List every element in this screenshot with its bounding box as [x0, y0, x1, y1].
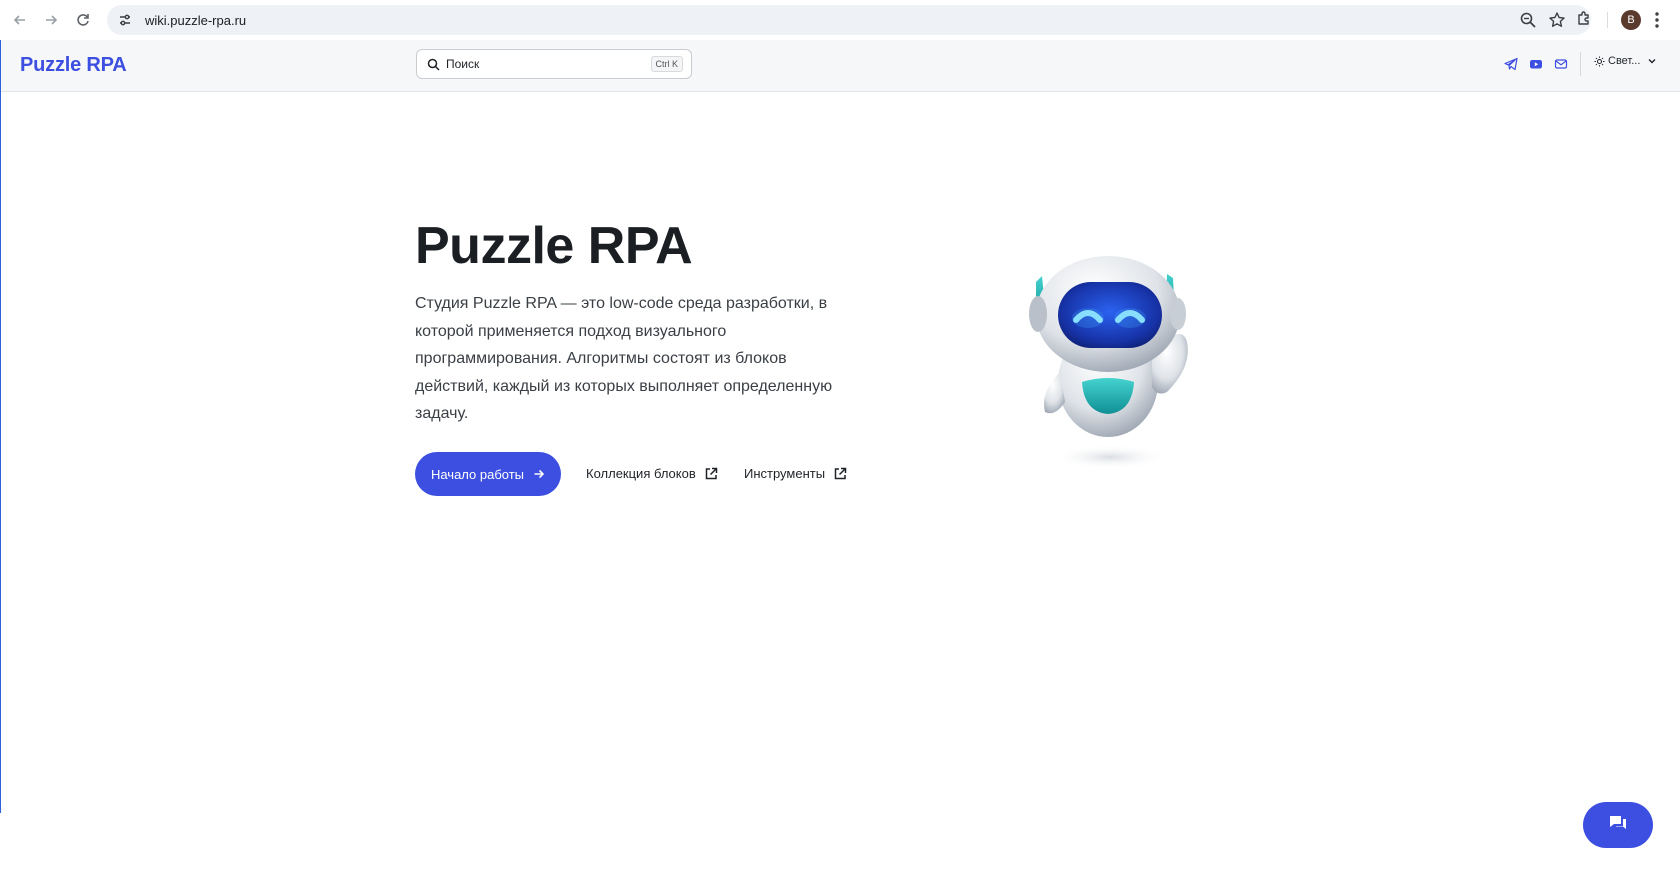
profile-avatar[interactable]: B: [1621, 10, 1641, 30]
blocks-collection-label: Коллекция блоков: [586, 466, 696, 481]
search-input[interactable]: Поиск Ctrl K: [416, 49, 692, 79]
hero-title: Puzzle RPA: [415, 217, 693, 275]
chevron-down-icon: [1647, 56, 1657, 66]
theme-switcher[interactable]: Свет...: [1594, 55, 1657, 67]
url-text[interactable]: wiki.puzzle-rpa.ru: [145, 13, 246, 28]
theme-label: Свет...: [1608, 55, 1641, 67]
search-icon: [427, 58, 440, 71]
zoom-icon[interactable]: [1519, 11, 1537, 34]
youtube-icon[interactable]: [1529, 57, 1543, 71]
robot-mascot-illustration: [1020, 252, 1210, 482]
bookmark-star-icon[interactable]: [1548, 11, 1566, 34]
forward-button[interactable]: [36, 5, 66, 35]
back-arrow-icon: [13, 15, 25, 25]
address-bar[interactable]: wiki.puzzle-rpa.ru: [107, 5, 1591, 35]
extensions-icon[interactable]: [1575, 10, 1593, 33]
brand-logo[interactable]: Puzzle RPA: [20, 54, 127, 77]
tools-label: Инструменты: [744, 466, 826, 481]
search-shortcut-badge: Ctrl K: [650, 56, 683, 72]
forward-arrow-icon: [46, 15, 58, 25]
sun-icon: [1594, 55, 1605, 67]
reload-icon: [77, 14, 89, 26]
chat-button[interactable]: [1583, 802, 1653, 848]
browser-menu-icon[interactable]: [1653, 10, 1661, 35]
blocks-collection-link[interactable]: Коллекция блоков: [586, 466, 718, 481]
toolbar-divider: [1607, 12, 1608, 28]
back-button[interactable]: [5, 5, 35, 35]
search-placeholder: Поиск: [446, 57, 480, 71]
tools-link[interactable]: Инструменты: [744, 466, 847, 481]
get-started-label: Начало работы: [430, 466, 525, 482]
site-navbar: Puzzle RPA Поиск Ctrl K Свет...: [1, 40, 1680, 92]
navbar-divider: [1580, 52, 1581, 76]
external-link-icon: [833, 467, 847, 481]
reload-button[interactable]: [68, 5, 98, 35]
window-edge: [0, 40, 1, 813]
arrow-right-icon: [533, 468, 545, 480]
browser-toolbar: wiki.puzzle-rpa.ru B: [0, 0, 1680, 40]
get-started-button[interactable]: Начало работы: [415, 452, 561, 496]
page-bottom: [0, 813, 1680, 873]
external-link-icon: [704, 467, 718, 481]
chat-icon: [1608, 814, 1628, 837]
telegram-icon[interactable]: [1504, 57, 1518, 71]
mail-icon[interactable]: [1554, 57, 1568, 71]
site-info-icon[interactable]: [115, 10, 135, 30]
hero-description: Студия Puzzle RPA — это low-code среда р…: [415, 295, 833, 422]
